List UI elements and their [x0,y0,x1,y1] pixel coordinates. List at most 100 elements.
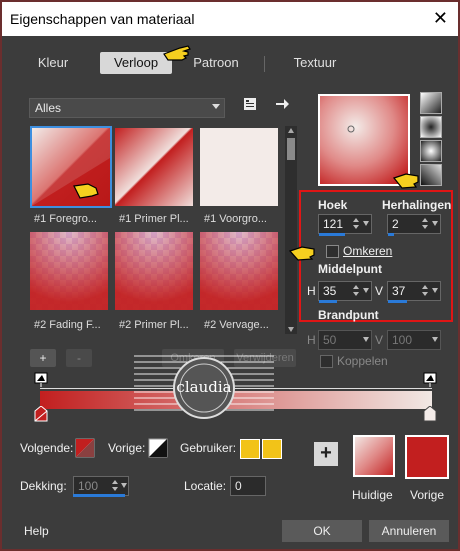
category-value: Alles [35,101,62,115]
h-label: H [307,284,316,298]
watermark-text: claudia [176,378,231,396]
chevron-down-icon[interactable] [432,337,438,342]
pointer-hand-icon [163,45,191,61]
thumb-label: #1 Foregro... [34,213,97,225]
locatie-field[interactable]: 0 [230,476,266,496]
h-value: 35 [323,284,337,298]
chevron-down-icon[interactable] [432,221,438,226]
thumb-label: #1 Voorgro... [204,213,267,225]
herhalingen-slider[interactable] [388,233,394,236]
gradient-thumb-5[interactable] [115,232,193,310]
down-arrow-icon[interactable] [422,292,428,296]
thumb-label: #2 Primer Pl... [119,319,189,331]
middelpunt-v-spinner[interactable]: 37 [387,281,441,303]
dekking-slider[interactable] [73,494,125,497]
chevron-down-icon[interactable] [363,288,369,293]
brandpunt-h-value: 50 [323,333,337,347]
koppelen-checkbox[interactable] [320,355,333,368]
cancel-button[interactable]: Annuleren [369,520,449,542]
brandpunt-h-spinner[interactable]: 50 [318,330,372,350]
down-arrow-icon[interactable] [353,292,359,296]
tab-textuur[interactable]: Textuur [278,52,352,74]
vorige-label: Vorige: [108,441,146,455]
h-slider[interactable] [319,300,337,303]
pointer-hand-icon [392,173,419,189]
up-arrow-icon[interactable] [353,218,359,222]
v-label: V [375,284,384,298]
hoek-label: Hoek [318,198,348,212]
foreground-swatch[interactable] [75,438,95,458]
scroll-down-icon[interactable] [288,327,294,332]
down-arrow-icon[interactable] [112,487,118,491]
tab-kleur[interactable]: Kleur [16,52,90,74]
up-arrow-icon[interactable] [422,218,428,222]
herhalingen-spinner[interactable]: 2 [387,214,441,236]
previous-swatch[interactable] [148,438,168,458]
linear-style-button[interactable] [420,92,442,114]
hoek-value: 121 [323,217,344,231]
omkeren-checkbox[interactable] [326,245,339,258]
middelpunt-label: Middelpunt [318,262,382,276]
thumbnail-scrollbar[interactable] [285,126,297,334]
brandpunt-v-spinner[interactable]: 100 [387,330,441,350]
chevron-down-icon[interactable] [432,288,438,293]
scroll-thumb[interactable] [287,138,295,160]
up-arrow-icon[interactable] [112,480,118,484]
gradient-thumb-2[interactable] [115,128,193,206]
gradient-thumb-4[interactable] [30,232,108,310]
library-resources-icon[interactable] [242,96,258,112]
brandpunt-h-label: H [307,333,316,347]
help-link[interactable]: Help [24,524,49,538]
scroll-up-icon[interactable] [288,128,294,133]
user-swatch-1[interactable] [240,439,260,459]
sunburst-style-button[interactable] [420,164,442,186]
watermark-logo: claudia [134,355,274,419]
herhalingen-value: 2 [392,217,399,231]
brandpunt-v-value: 100 [392,333,413,347]
previous-color-swatch[interactable] [405,435,449,479]
current-gradient-swatch[interactable] [353,435,395,477]
vorige-swatch-label: Vorige [410,488,445,502]
koppelen-label: Koppelen [337,354,388,368]
remove-stop-button[interactable]: - [66,349,92,367]
stop-marker-icon[interactable] [34,372,48,388]
tab-bar: Kleur Verloop Patroon Textuur [2,52,458,76]
title-bar: Eigenschappen van materiaal ✕ [2,2,458,36]
v-value: 37 [392,284,406,298]
brandpunt-v-label: V [375,333,384,347]
radial-style-button[interactable] [420,140,442,162]
gradient-thumb-3[interactable] [200,128,278,206]
user-swatch-2[interactable] [262,439,282,459]
thumb-label: #2 Fading F... [34,319,101,331]
ok-button[interactable]: OK [282,520,362,542]
add-stop-button[interactable]: + [30,349,56,367]
arrow-right-icon[interactable] [274,96,290,112]
color-stop-light[interactable] [423,406,437,422]
gradient-thumb-6[interactable] [200,232,278,310]
add-to-swatches-button[interactable]: + [314,442,338,466]
gradient-category-select[interactable]: Alles [29,98,225,118]
down-arrow-icon[interactable] [353,225,359,229]
chevron-down-icon[interactable] [363,337,369,342]
omkeren-label: Omkeren [343,244,393,258]
hoek-spinner[interactable]: 121 [318,214,372,236]
close-icon[interactable]: ✕ [433,8,448,29]
up-arrow-icon[interactable] [353,285,359,289]
chevron-down-icon[interactable] [363,221,369,226]
chevron-down-icon[interactable] [121,483,127,488]
locatie-value: 0 [235,479,242,493]
v-slider[interactable] [388,300,407,303]
dekking-spinner[interactable]: 100 [73,476,129,496]
herhalingen-label: Herhalingen [382,198,452,212]
gebruiker-label: Gebruiker: [180,441,237,455]
pointer-hand-icon [288,246,315,261]
huidige-label: Huidige [352,488,393,502]
rectangular-style-button[interactable] [420,116,442,138]
tab-separator [264,56,265,72]
stop-marker-icon[interactable] [423,372,437,388]
color-stop-red[interactable] [34,406,48,422]
up-arrow-icon[interactable] [422,285,428,289]
down-arrow-icon[interactable] [422,225,428,229]
middelpunt-h-spinner[interactable]: 35 [318,281,372,303]
hoek-slider[interactable] [319,233,345,236]
